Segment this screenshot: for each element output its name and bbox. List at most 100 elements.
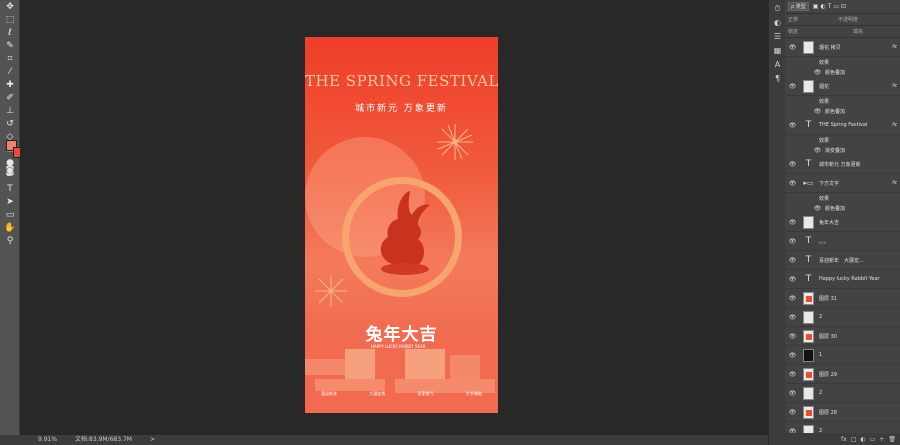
visibility-eye-icon[interactable]: 👁 — [788, 295, 797, 302]
poster-canvas[interactable]: THE SPRING FESTIVAL 城市新元 万象更新 兔年大吉 HAPPY… — [305, 37, 498, 413]
layer-name[interactable]: 城市新元 万象更新 — [819, 161, 861, 168]
shape-tool-icon[interactable]: ▭ — [2, 209, 18, 221]
filter-adjust-icon[interactable]: ◐ — [820, 3, 825, 10]
layer-name[interactable]: 烟花 — [819, 83, 829, 90]
layer-effect-row[interactable]: 效果 — [785, 57, 900, 67]
blend-mode-select[interactable]: 正常 — [788, 16, 798, 23]
layer-effect-row[interactable]: 效果 — [785, 135, 900, 145]
character-panel-icon[interactable]: A — [772, 60, 783, 70]
layer-effect-row[interactable]: 效果 — [785, 96, 900, 106]
swatches-panel-icon[interactable]: ▦ — [772, 46, 783, 56]
layer-row[interactable]: 👁 T Happy lucky Rabbit Year — [785, 270, 900, 289]
stamp-tool-icon[interactable]: ⊥ — [2, 105, 18, 117]
eyedropper-tool-icon[interactable]: ⁄ — [2, 66, 18, 78]
visibility-eye-icon[interactable]: 👁 — [788, 83, 797, 90]
quick-mask-icon[interactable]: ◙ — [2, 165, 18, 177]
effect-visibility-icon[interactable]: 👁 — [813, 205, 822, 212]
delete-layer-icon[interactable]: 🗑 — [888, 436, 896, 443]
layer-row[interactable]: 👁 图层 29 — [785, 365, 900, 384]
adjustments-panel-icon[interactable]: ◐ — [772, 18, 783, 28]
layer-name[interactable]: 图层 31 — [819, 295, 837, 302]
layer-kind-filter[interactable]: ρ 类型 — [788, 2, 809, 11]
layer-name[interactable]: Happy lucky Rabbit Year — [819, 276, 880, 282]
layer-row[interactable]: 👁 ▸▭ 下方文字 fx — [785, 174, 900, 193]
filter-pixel-icon[interactable]: ▣ — [813, 3, 819, 10]
layer-row[interactable]: 👁 1 — [785, 346, 900, 365]
type-tool-icon[interactable]: T — [2, 183, 18, 195]
visibility-eye-icon[interactable]: 👁 — [788, 44, 797, 51]
visibility-eye-icon[interactable]: 👁 — [788, 257, 797, 264]
layer-name[interactable]: 兔年大吉 — [819, 219, 839, 226]
history-panel-icon[interactable]: ⏱ — [772, 4, 783, 14]
visibility-eye-icon[interactable]: 👁 — [788, 333, 797, 340]
effect-visibility-icon[interactable]: 👁 — [813, 147, 822, 154]
new-layer-icon[interactable]: + — [879, 436, 884, 443]
layer-fx-badge[interactable]: fx — [892, 44, 897, 50]
history-brush-tool-icon[interactable]: ↺ — [2, 118, 18, 130]
move-tool-icon[interactable]: ✥ — [2, 1, 18, 13]
layer-fx-badge[interactable]: fx — [892, 83, 897, 89]
layer-row[interactable]: 👁 T THE Spring Festival fx — [785, 116, 900, 135]
crop-tool-icon[interactable]: ⌗ — [2, 53, 18, 65]
layer-name[interactable]: 2 — [819, 314, 822, 320]
layer-effect-row[interactable]: 👁 颜色叠加 — [785, 203, 900, 213]
visibility-eye-icon[interactable]: 👁 — [788, 161, 797, 168]
visibility-eye-icon[interactable]: 👁 — [788, 219, 797, 226]
layer-effect-row[interactable]: 👁 渐变叠加 — [785, 145, 900, 155]
layer-name[interactable]: 图层 30 — [819, 333, 837, 340]
brush-tool-icon[interactable]: ✐ — [2, 92, 18, 104]
properties-panel-icon[interactable]: ☰ — [772, 32, 783, 42]
filter-type-icon[interactable]: T — [828, 3, 832, 10]
status-arrow-icon[interactable]: > — [150, 435, 155, 445]
layer-row[interactable]: 👁 烟花 fx — [785, 77, 900, 96]
layer-effect-row[interactable]: 👁 颜色叠加 — [785, 67, 900, 77]
visibility-eye-icon[interactable]: 👁 — [788, 314, 797, 321]
layer-name[interactable]: 喜迎新年 大展宏... — [819, 257, 864, 264]
layer-name[interactable]: 烟花 拷贝 — [819, 44, 841, 51]
layer-row[interactable]: 👁 T 喜迎新年 大展宏... — [785, 251, 900, 270]
layer-fx-badge[interactable]: fx — [892, 180, 897, 186]
add-mask-icon[interactable]: □ — [851, 436, 857, 443]
visibility-eye-icon[interactable]: 👁 — [788, 122, 797, 129]
add-style-icon[interactable]: fx — [841, 436, 847, 443]
layer-name[interactable]: 图层 29 — [819, 371, 837, 378]
layer-row[interactable]: 👁 2 — [785, 308, 900, 327]
filter-shape-icon[interactable]: ▭ — [833, 3, 839, 10]
layer-name[interactable]: 图层 28 — [819, 409, 837, 416]
fill-label[interactable]: 填充 — [853, 28, 863, 35]
effect-visibility-icon[interactable]: 👁 — [813, 69, 822, 76]
paragraph-panel-icon[interactable]: ¶ — [772, 74, 783, 84]
layer-row[interactable]: 👁 图层 30 — [785, 327, 900, 346]
zoom-tool-icon[interactable]: ⚲ — [2, 235, 18, 247]
visibility-eye-icon[interactable]: 👁 — [788, 371, 797, 378]
layer-effect-row[interactable]: 👁 颜色叠加 — [785, 106, 900, 116]
layer-name[interactable]: 2 — [819, 390, 822, 396]
layer-fx-badge[interactable]: fx — [892, 122, 897, 128]
path-select-tool-icon[interactable]: ➤ — [2, 196, 18, 208]
visibility-eye-icon[interactable]: 👁 — [788, 276, 797, 283]
healing-tool-icon[interactable]: ✚ — [2, 79, 18, 91]
layer-row[interactable]: 👁 烟花 拷贝 fx — [785, 38, 900, 57]
layer-name[interactable]: 1 — [819, 352, 822, 358]
filter-smart-icon[interactable]: ⊡ — [841, 3, 846, 10]
layer-name[interactable]: 。。。 — [819, 238, 829, 245]
layer-row[interactable]: 👁 图层 28 — [785, 403, 900, 422]
visibility-eye-icon[interactable]: 👁 — [788, 238, 797, 245]
layer-row[interactable]: 👁 2 — [785, 384, 900, 403]
layer-row[interactable]: 👁 T 城市新元 万象更新 — [785, 155, 900, 174]
layer-name[interactable]: THE Spring Festival — [819, 122, 867, 128]
adjustment-layer-icon[interactable]: ◐ — [860, 436, 865, 443]
opacity-label[interactable]: 不透明度 — [838, 16, 858, 23]
lasso-tool-icon[interactable]: ℓ — [2, 27, 18, 39]
layer-row[interactable]: 👁 图层 31 — [785, 289, 900, 308]
layer-name[interactable]: 下方文字 — [819, 180, 839, 187]
visibility-eye-icon[interactable]: 👁 — [788, 390, 797, 397]
zoom-level[interactable]: 9.91% — [38, 435, 57, 445]
visibility-eye-icon[interactable]: 👁 — [788, 409, 797, 416]
visibility-eye-icon[interactable]: 👁 — [788, 352, 797, 359]
layer-effect-row[interactable]: 效果 — [785, 193, 900, 203]
quick-select-tool-icon[interactable]: ✎ — [2, 40, 18, 52]
new-group-icon[interactable]: ▭ — [870, 436, 876, 443]
visibility-eye-icon[interactable]: 👁 — [788, 180, 797, 187]
layer-row[interactable]: 👁 兔年大吉 — [785, 213, 900, 232]
